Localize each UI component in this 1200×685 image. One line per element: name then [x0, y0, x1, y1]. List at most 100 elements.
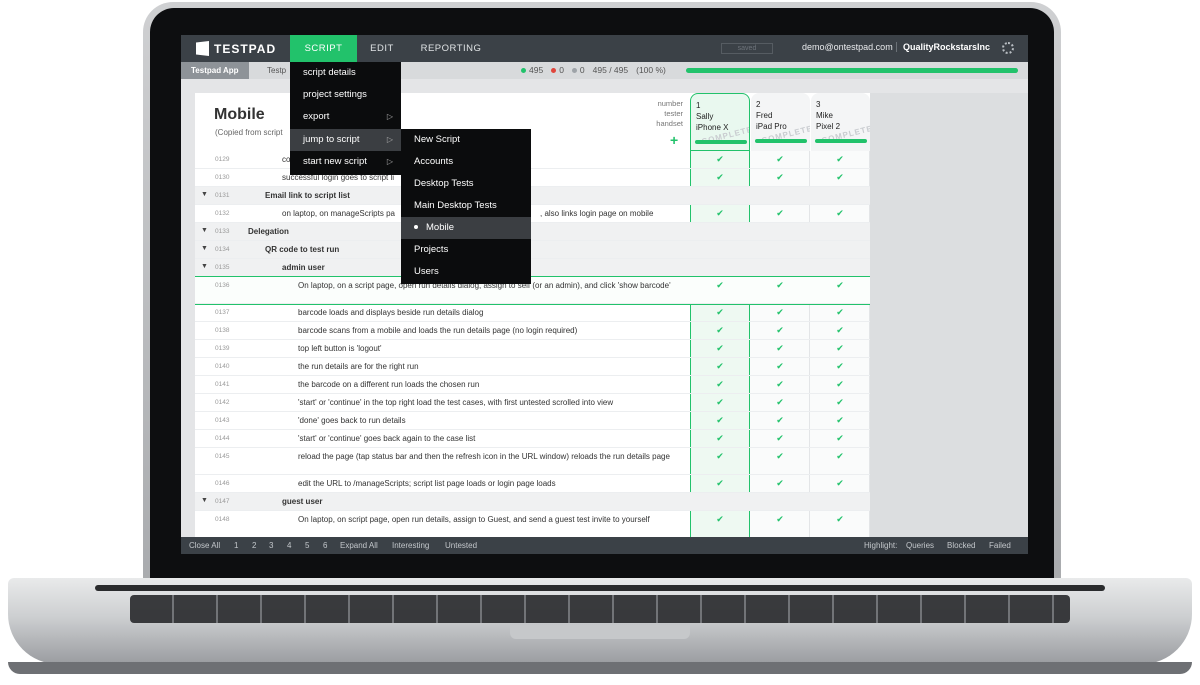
check-icon[interactable]: ✔: [750, 397, 810, 408]
submenu-item-desktop-tests[interactable]: Desktop Tests: [401, 173, 531, 195]
submenu-item-users[interactable]: Users: [401, 261, 531, 283]
nav-edit[interactable]: EDIT: [357, 35, 407, 62]
check-icon[interactable]: ✔: [810, 514, 870, 525]
menu-item-start-new-script[interactable]: start new script ▷: [290, 151, 401, 173]
table-row[interactable]: 0144 'start' or 'continue' goes back agai…: [195, 430, 870, 448]
row-text[interactable]: 'start' or 'continue' in the top right l…: [298, 398, 678, 408]
row-text[interactable]: the run details are for the right run: [298, 362, 678, 372]
check-icon[interactable]: ✔: [690, 415, 750, 426]
menu-item-project-settings[interactable]: project settings: [290, 84, 401, 106]
check-icon[interactable]: ✔: [750, 280, 810, 291]
check-icon[interactable]: ✔: [690, 307, 750, 318]
check-icon[interactable]: ✔: [750, 415, 810, 426]
check-icon[interactable]: ✔: [690, 361, 750, 372]
check-icon[interactable]: ✔: [750, 154, 810, 165]
check-icon[interactable]: ✔: [690, 280, 750, 291]
triangle-down-icon[interactable]: ▼: [201, 227, 208, 234]
check-icon[interactable]: ✔: [750, 451, 810, 462]
check-icon[interactable]: ✔: [810, 325, 870, 336]
check-icon[interactable]: ✔: [810, 397, 870, 408]
check-icon[interactable]: ✔: [810, 361, 870, 372]
table-row[interactable]: 0142 'start' or 'continue' in the top rig…: [195, 394, 870, 412]
section-row[interactable]: ▼ 0131 Email link to script list: [195, 187, 870, 205]
menu-item-export[interactable]: export ▷: [290, 106, 401, 128]
expand-all-button[interactable]: Expand All: [340, 537, 378, 554]
check-icon[interactable]: ✔: [750, 307, 810, 318]
check-icon[interactable]: ✔: [750, 433, 810, 444]
check-icon[interactable]: ✔: [690, 478, 750, 489]
highlight-blocked[interactable]: Blocked: [947, 537, 975, 554]
table-row[interactable]: 0148 On laptop, on script page, open run …: [195, 511, 870, 537]
user-email[interactable]: demo@ontestpad.com: [802, 42, 893, 52]
level-1-button[interactable]: 1: [234, 537, 238, 554]
check-icon[interactable]: ✔: [750, 172, 810, 183]
row-text[interactable]: reload the page (tap status bar and then…: [298, 452, 678, 462]
row-text[interactable]: guest user: [282, 497, 662, 507]
app-logo[interactable]: TESTPAD: [196, 41, 276, 56]
triangle-down-icon[interactable]: ▼: [201, 191, 208, 198]
gear-icon[interactable]: [1002, 42, 1014, 54]
row-text[interactable]: the barcode on a different run loads the…: [298, 380, 678, 390]
triangle-down-icon[interactable]: ▼: [201, 245, 208, 252]
table-row[interactable]: 0136 On laptop, on a script page, open ru…: [195, 276, 870, 305]
submenu-item-projects[interactable]: Projects: [401, 239, 531, 261]
level-6-button[interactable]: 6: [323, 537, 327, 554]
check-icon[interactable]: ✔: [690, 397, 750, 408]
table-row[interactable]: 0140 the run details are for the right ru…: [195, 358, 870, 376]
check-icon[interactable]: ✔: [750, 514, 810, 525]
check-icon[interactable]: ✔: [690, 433, 750, 444]
check-icon[interactable]: ✔: [810, 280, 870, 291]
check-icon[interactable]: ✔: [810, 478, 870, 489]
org-name[interactable]: QualityRockstarsInc: [896, 42, 990, 52]
check-icon[interactable]: ✔: [690, 208, 750, 219]
row-text[interactable]: 'done' goes back to run details: [298, 416, 678, 426]
check-icon[interactable]: ✔: [810, 343, 870, 354]
nav-reporting[interactable]: REPORTING: [413, 35, 489, 62]
check-icon[interactable]: ✔: [810, 307, 870, 318]
table-row[interactable]: 0139 top left button is 'logout' ✔ ✔ ✔: [195, 340, 870, 358]
highlight-failed[interactable]: Failed: [989, 537, 1011, 554]
breadcrumb-project[interactable]: Testpad App: [181, 62, 249, 79]
check-icon[interactable]: ✔: [750, 325, 810, 336]
run-header-2[interactable]: 2 Fred iPad Pro COMPLETE: [751, 93, 810, 151]
row-text[interactable]: barcode scans from a mobile and loads th…: [298, 326, 678, 336]
section-row[interactable]: ▼ 0135 admin user: [195, 259, 870, 277]
row-text[interactable]: On laptop, on script page, open run deta…: [298, 515, 678, 525]
submenu-item-mobile[interactable]: Mobile: [401, 217, 531, 239]
check-icon[interactable]: ✔: [750, 343, 810, 354]
row-text[interactable]: top left button is 'logout': [298, 344, 678, 354]
level-2-button[interactable]: 2: [252, 537, 256, 554]
level-5-button[interactable]: 5: [305, 537, 309, 554]
check-icon[interactable]: ✔: [810, 433, 870, 444]
section-row[interactable]: ▼ 0134 QR code to test run: [195, 241, 870, 259]
check-icon[interactable]: ✔: [690, 172, 750, 183]
check-icon[interactable]: ✔: [810, 451, 870, 462]
run-header-1[interactable]: 1 Sally iPhone X COMPLETE: [690, 93, 750, 151]
triangle-down-icon[interactable]: ▼: [201, 263, 208, 270]
untested-filter[interactable]: Untested: [445, 537, 477, 554]
submenu-item-accounts[interactable]: Accounts: [401, 151, 531, 173]
row-text[interactable]: edit the URL to /manageScripts; script l…: [298, 479, 678, 489]
table-row[interactable]: 0138 barcode scans from a mobile and load…: [195, 322, 870, 340]
table-row[interactable]: 0145 reload the page (tap status bar and …: [195, 448, 870, 475]
check-icon[interactable]: ✔: [750, 379, 810, 390]
close-all-button[interactable]: Close All: [189, 537, 220, 554]
highlight-queries[interactable]: Queries: [906, 537, 934, 554]
row-text-tail[interactable]: , also links login page on mobile: [540, 209, 690, 219]
check-icon[interactable]: ✔: [690, 451, 750, 462]
check-icon[interactable]: ✔: [810, 172, 870, 183]
section-row[interactable]: ▼ 0147 guest user: [195, 493, 870, 511]
menu-item-script-details[interactable]: script details: [290, 62, 401, 84]
check-icon[interactable]: ✔: [690, 379, 750, 390]
run-header-3[interactable]: 3 Mike Pixel 2 COMPLETE: [811, 93, 870, 151]
interesting-filter[interactable]: Interesting: [392, 537, 429, 554]
level-4-button[interactable]: 4: [287, 537, 291, 554]
submenu-item-main-desktop-tests[interactable]: Main Desktop Tests: [401, 195, 531, 217]
check-icon[interactable]: ✔: [750, 361, 810, 372]
table-row[interactable]: 0143'done' goes back to run details ✔ ✔ ✔: [195, 412, 870, 430]
breadcrumb-folder[interactable]: Testp: [267, 62, 286, 79]
table-row[interactable]: 0132 on laptop, on manageScripts pa, also…: [195, 205, 870, 223]
plus-icon[interactable]: +: [670, 132, 678, 148]
nav-script[interactable]: SCRIPT: [290, 35, 357, 62]
check-icon[interactable]: ✔: [690, 154, 750, 165]
